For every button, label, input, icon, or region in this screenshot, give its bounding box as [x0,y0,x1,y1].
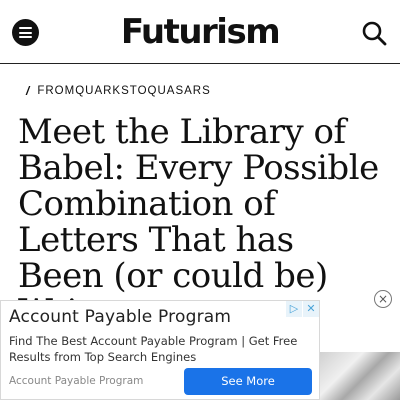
breadcrumb: / FROMQUARKSTOQUASARS [26,82,211,100]
article-headline: Meet the Library of Babel: Every Possibl… [18,112,379,330]
site-logo[interactable]: Futurism [110,10,290,54]
hamburger-menu-icon[interactable] [12,19,39,46]
menu-bar [19,36,32,38]
ad-badge: ▷ ✕ [286,301,319,317]
ad-close-icon[interactable]: × [374,290,392,308]
site-header: Futurism [0,0,400,64]
advertisement-banner[interactable]: ▷ ✕ Account Payable Program Find The Bes… [0,300,320,400]
ad-see-more-button[interactable]: See More [184,368,312,395]
menu-bar [19,31,32,34]
search-icon[interactable] [360,19,388,47]
breadcrumb-separator: / [26,84,30,98]
ad-advertiser: Account Payable Program [9,375,144,387]
ad-dismiss-icon[interactable]: ✕ [303,301,319,317]
article-hero-image [318,352,400,400]
ad-title[interactable]: Account Payable Program [9,307,231,327]
ad-description: Find The Best Account Payable Program | … [9,334,298,364]
section-link[interactable]: FROMQUARKSTOQUASARS [37,85,210,97]
menu-bar [19,27,32,29]
adchoices-icon[interactable]: ▷ [286,301,302,317]
